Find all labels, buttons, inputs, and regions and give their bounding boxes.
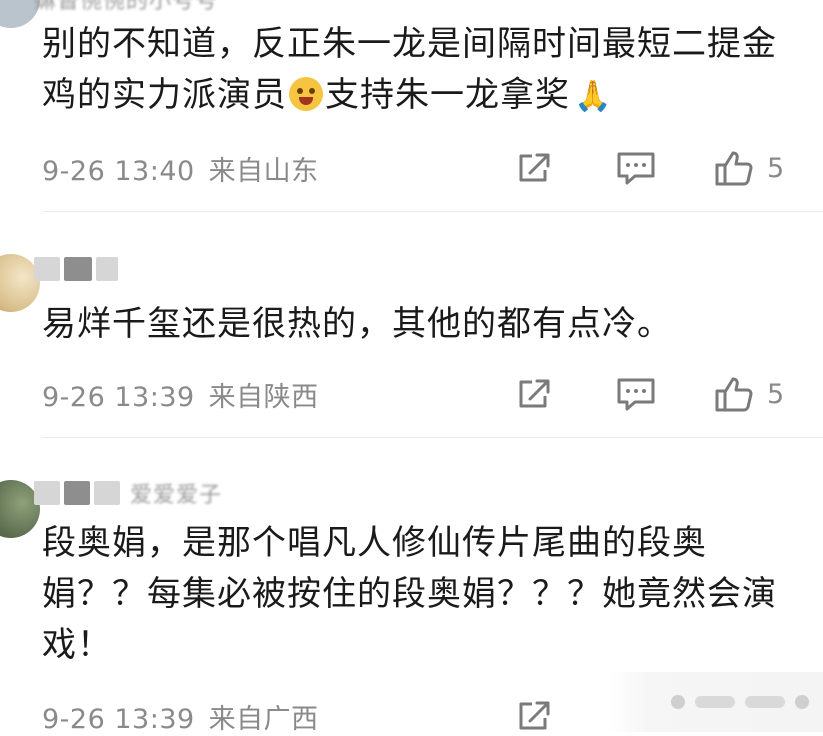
watermark	[608, 672, 823, 732]
comment-location: 来自陕西	[208, 382, 319, 413]
comment-item: 易烊千玺还是很热的，其他的都有点冷。 9-26 13:39 来自陕西 5	[0, 212, 823, 438]
watermark-mark	[745, 696, 785, 708]
comment-meta: 9-26 13:39 来自广西	[42, 697, 319, 736]
username-redacted	[94, 481, 120, 505]
share-icon	[519, 153, 550, 182]
thumbs-up-icon	[715, 151, 753, 186]
username-redacted	[64, 481, 90, 505]
comment-location: 来自广西	[208, 704, 319, 735]
comment-text-tail: 支持朱一龙拿奖	[325, 75, 570, 115]
username-text: 嫲督惋惋的小号号	[34, 0, 219, 14]
like-button[interactable]: 5	[713, 374, 784, 414]
reply-button[interactable]	[615, 374, 657, 414]
comment-meta: 9-26 13:40 来自山东	[42, 149, 319, 188]
reply-button[interactable]	[615, 148, 657, 188]
laughing-face-emoji-icon	[289, 77, 323, 111]
comment-date: 9-26 13:39	[42, 704, 195, 735]
thumbs-up-icon	[715, 377, 753, 412]
comment-text: 别的不知道，反正朱一龙是间隔时间最短二提金鸡的实力派演员 支持朱一龙拿奖 🙏	[42, 19, 793, 122]
username[interactable]: 爱爱爱子	[34, 480, 223, 508]
share-button[interactable]	[515, 374, 555, 414]
comment-date: 9-26 13:39	[42, 382, 195, 413]
comment-meta: 9-26 13:39 来自陕西	[42, 375, 319, 414]
comment-text: 易烊千玺还是很热的，其他的都有点冷。	[42, 304, 672, 344]
like-count: 5	[767, 152, 785, 184]
share-button[interactable]	[515, 696, 555, 736]
comment-icon	[617, 378, 655, 411]
share-icon	[519, 701, 550, 730]
username[interactable]	[34, 256, 118, 282]
username-redacted	[34, 257, 60, 281]
comment-date: 9-26 13:40	[42, 156, 195, 187]
share-icon	[519, 379, 550, 408]
comment-actions: 5	[515, 374, 805, 414]
comment-actions: 5	[515, 148, 805, 188]
comment-item: 嫲督惋惋的小号号 别的不知道，反正朱一龙是间隔时间最短二提金鸡的实力派演员 支持朱…	[0, 0, 823, 212]
watermark-mark	[795, 695, 809, 709]
watermark-mark	[671, 695, 685, 709]
comment-text: 段奥娟，是那个唱凡人修仙传片尾曲的段奥娟？？每集必被按住的段奥娟？？？她竟然会演…	[42, 523, 777, 665]
share-button[interactable]	[515, 148, 555, 188]
comment-item: 爱爱爱子 段奥娟，是那个唱凡人修仙传片尾曲的段奥娟？？每集必被按住的段奥娟？？？…	[0, 438, 823, 735]
comment-icon	[617, 152, 655, 185]
username[interactable]: 嫲督惋惋的小号号	[34, 0, 219, 14]
like-count: 5	[767, 378, 785, 410]
username-redacted	[34, 481, 60, 505]
folded-hands-emoji-icon: 🙏	[574, 79, 613, 114]
username-text: 爱爱爱子	[130, 483, 223, 508]
username-redacted	[96, 257, 118, 281]
comment-location: 来自山东	[208, 156, 319, 187]
like-button[interactable]: 5	[713, 148, 784, 188]
watermark-mark	[695, 696, 735, 708]
username-redacted	[64, 257, 92, 281]
